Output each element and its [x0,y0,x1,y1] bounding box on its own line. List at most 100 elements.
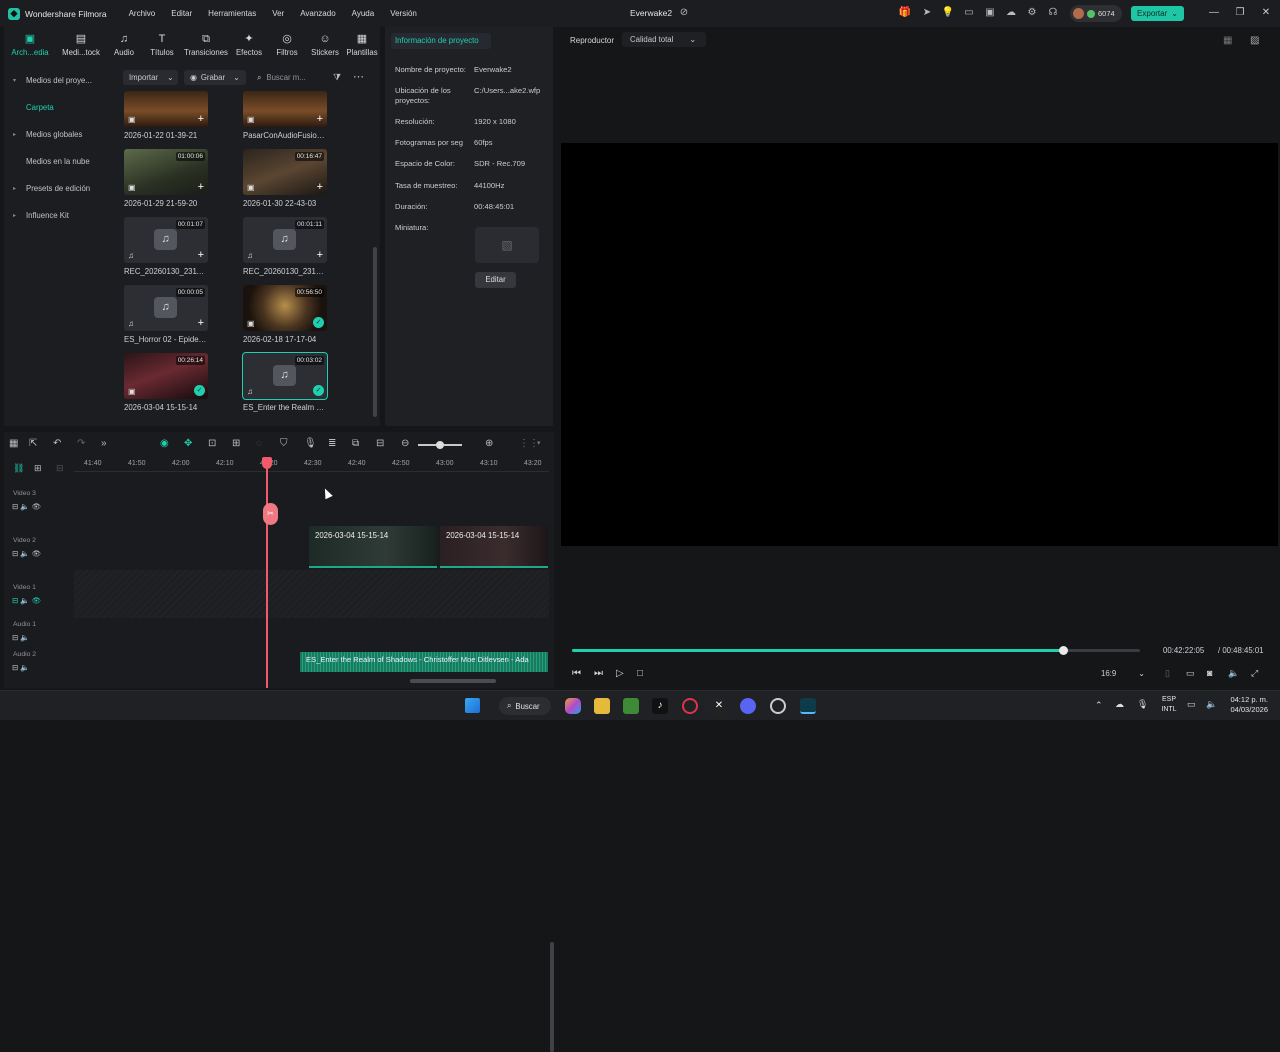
filter-icon[interactable]: ⧩ [333,72,341,83]
video-1-track-area[interactable] [74,570,549,618]
tab-project-media[interactable]: ▣ Arch...edia [4,27,56,63]
taskbar-clock[interactable]: 04:12 p. m. 04/03/2026 [1222,695,1268,715]
list-item[interactable]: ▣ + PasarConAudioFusion... [243,91,327,140]
headset-icon[interactable]: ☊ [1046,6,1060,20]
microphone-icon[interactable]: 🎙 [1137,699,1148,710]
tab-filters[interactable]: ◎ Filtros [268,27,306,63]
export-button[interactable]: Exportar ⌄ [1131,6,1184,21]
list-item[interactable]: 00:01:07 ♫ ♫ + REC_20260130_231122 [124,217,208,276]
video-preview[interactable] [561,143,1278,546]
add-track-icon[interactable]: ⊞ [34,463,42,474]
list-item[interactable]: ▣ + 2026-01-22 01-39-21 [124,91,208,140]
link-icon[interactable]: ⛓ [13,463,24,474]
media-scrollbar[interactable] [373,247,377,417]
monitor-icon[interactable]: ▭ [962,6,976,20]
add-icon[interactable]: + [317,182,323,193]
layout-icon[interactable]: ▦ [9,438,18,450]
shield-icon[interactable]: ⛉ [280,438,288,450]
auto-ripple-icon[interactable]: ◉ [160,438,169,450]
step-forward-icon[interactable]: ⏭ [594,668,603,679]
settings-icon[interactable]: ⚙ [1025,6,1039,20]
add-icon[interactable]: + [317,250,323,261]
chevron-down-icon[interactable]: ▾ [537,438,541,450]
lightbulb-icon[interactable]: 💡 [941,6,955,20]
grid-icon[interactable]: ⋮⋮ [519,438,539,450]
playback-progress-bar[interactable] [572,646,1140,655]
timeline-ruler[interactable]: 41:40 41:50 42:00 42:10 42:20 42:30 42:4… [74,458,549,472]
add-icon[interactable]: + [198,182,204,193]
minimize-icon[interactable]: — [1207,6,1221,20]
volume-icon[interactable]: 🔈 [1206,699,1217,710]
add-icon[interactable]: + [198,318,204,329]
list-item[interactable]: 00:00:05 ♫ ♫ + ES_Horror 02 - Epidem... [124,285,208,344]
timeline-horizontal-scrollbar[interactable] [410,679,496,683]
aspect-ratio-dropdown[interactable]: 16:9 ⌄ [1101,669,1145,678]
render-icon[interactable]: ◌ [256,438,262,450]
stop-icon[interactable]: □ [637,668,643,679]
more-tools-icon[interactable]: » [101,438,107,450]
undo-icon[interactable]: ↶ [53,438,61,450]
volume-icon[interactable]: 🔈 [1228,668,1239,679]
select-tool-icon[interactable]: ⇱ [29,438,37,450]
sidebar-item-folder[interactable]: Carpeta [4,94,105,121]
menu-version[interactable]: Versión [390,9,417,18]
timeline-vertical-scrollbar[interactable] [550,942,554,1052]
cloud-upload-icon[interactable]: ☁ [1004,6,1018,20]
file-explorer-icon[interactable] [594,698,610,714]
sidebar-item-cloud-media[interactable]: Medios en la nube [4,148,105,175]
credits-badge[interactable]: 6074 [1070,5,1122,22]
scene-detect-icon[interactable]: ⊡ [208,438,216,450]
timeline-video-clip[interactable]: 2026-03-04 15-15-14 [440,526,548,568]
snap-icon[interactable]: ✥ [184,438,192,450]
playhead[interactable] [266,459,268,688]
list-item[interactable]: 00:56:50 ▣ ✓ 2026-02-18 17-17-04 [243,285,327,344]
fullscreen-icon[interactable]: ⤢ [1251,668,1258,679]
tab-templates[interactable]: ▦ Plantillas [344,27,380,63]
tab-stock-media[interactable]: ▤ Medi...tock [56,27,106,63]
add-icon[interactable]: + [198,250,204,261]
progress-knob[interactable] [1059,646,1069,655]
sidebar-item-global-media[interactable]: ▸ Medios globales [4,121,105,148]
marker-icon[interactable]: ▯ [1165,668,1170,679]
list-item[interactable]: 00:16:47 ▣ + 2026-01-30 22-43-03 [243,149,327,208]
sidebar-item-influence-kit[interactable]: ▸ Influence Kit [4,202,105,229]
menu-ver[interactable]: Ver [272,9,284,18]
redo-icon[interactable]: ↷ [77,438,85,450]
edit-thumbnail-button[interactable]: Editar [475,272,516,288]
zoom-in-icon[interactable]: ⊕ [485,438,493,450]
network-icon[interactable]: ▭ [1187,699,1196,710]
opera-icon[interactable] [682,698,698,714]
capcut-icon[interactable]: ✕ [711,698,727,714]
thumbnail-placeholder-icon[interactable]: ▧ [475,227,539,263]
menu-avanzado[interactable]: Avanzado [300,9,335,18]
quality-dropdown[interactable]: Calidad total ⌄ [622,32,706,47]
tab-transitions[interactable]: ⧉ Transiciones [182,27,230,63]
timeline-video-clip[interactable]: 2026-03-04 15-15-14 [309,526,437,568]
onedrive-icon[interactable]: ☁ [1115,699,1124,710]
windows-start-icon[interactable] [465,698,480,713]
add-icon[interactable]: + [198,114,204,125]
obs-icon[interactable] [770,698,786,714]
track-controls[interactable]: ⊟ 🔈 [12,663,30,672]
more-options-icon[interactable]: ⋯ [353,70,364,83]
send-icon[interactable]: ➤ [920,6,934,20]
copilot-icon[interactable] [565,698,581,714]
media-search-input[interactable]: ⌕ Buscar m... [251,70,321,85]
track-controls[interactable]: ⊟ 🔈 👁 [12,596,41,605]
filmora-taskbar-icon[interactable] [800,698,816,714]
zoom-out-icon[interactable]: ⊖ [401,438,409,450]
record-dropdown[interactable]: ◉ Grabar ⌄ [184,70,246,85]
track-controls[interactable]: ⊟ 🔈 👁 [12,549,41,558]
snapshot-icon[interactable]: ◙ [1207,668,1212,678]
tab-titles[interactable]: T Títulos [142,27,182,63]
track-controls[interactable]: ⊟ 🔈 [12,633,30,642]
tab-stickers[interactable]: ☺ Stickers [306,27,344,63]
step-back-icon[interactable]: ⏮ [572,668,581,679]
tiktok-icon[interactable]: ♪ [652,698,668,714]
close-icon[interactable]: ✕ [1259,6,1273,20]
menu-herramientas[interactable]: Herramientas [208,9,256,18]
play-icon[interactable]: ▷ [616,668,624,679]
menu-ayuda[interactable]: Ayuda [352,9,375,18]
import-dropdown[interactable]: Importar ⌄ [123,70,178,85]
split-scissors-icon[interactable]: ✂ [263,503,278,525]
